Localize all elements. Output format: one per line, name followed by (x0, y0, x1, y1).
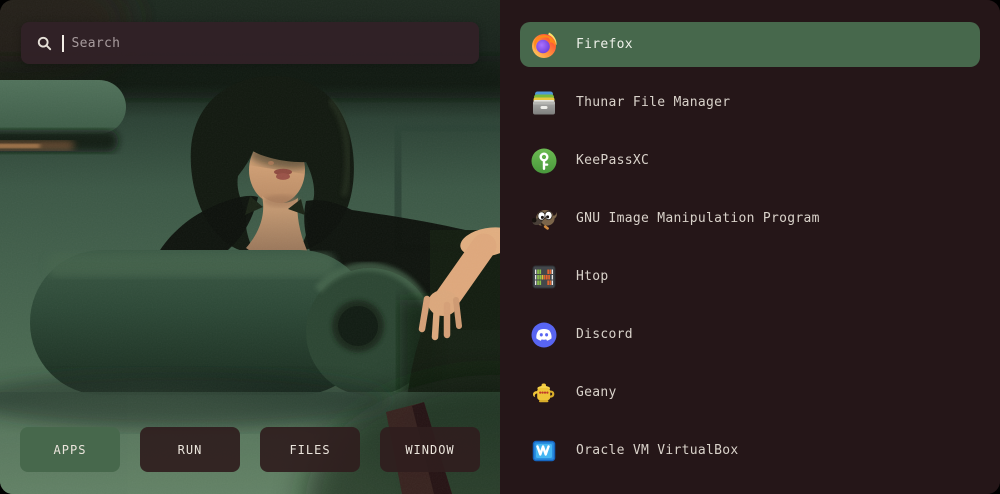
app-label: Thunar File Manager (576, 95, 730, 110)
app-label: KeePassXC (576, 153, 649, 168)
app-label: Firefox (576, 37, 633, 52)
firefox-icon (530, 31, 558, 59)
tab-files[interactable]: FILES (260, 427, 360, 472)
app-row-discord[interactable]: Discord (520, 312, 980, 357)
tab-window[interactable]: WINDOW (380, 427, 480, 472)
search-icon (37, 36, 52, 51)
app-row-keepassxc[interactable]: KeePassXC (520, 138, 980, 183)
text-caret (62, 35, 64, 52)
tab-apps[interactable]: APPS (20, 427, 120, 472)
app-label: Htop (576, 269, 609, 284)
thunar-icon (530, 89, 558, 117)
app-label: GNU Image Manipulation Program (576, 211, 820, 226)
geany-icon (530, 379, 558, 407)
search-bar[interactable] (21, 22, 479, 64)
left-pane: APPS RUN FILES WINDOW (0, 0, 500, 494)
app-row-htop[interactable]: Htop (520, 254, 980, 299)
app-row-virtualbox[interactable]: Oracle VM VirtualBox (520, 428, 980, 473)
app-row-gimp[interactable]: GNU Image Manipulation Program (520, 196, 980, 241)
app-row-geany[interactable]: Geany (520, 370, 980, 415)
virtualbox-icon (530, 437, 558, 465)
app-label: Oracle VM VirtualBox (576, 443, 739, 458)
search-input[interactable] (72, 36, 466, 51)
wallpaper-illustration (0, 0, 500, 494)
app-label: Geany (576, 385, 617, 400)
keepassxc-icon (530, 147, 558, 175)
app-launcher-window: APPS RUN FILES WINDOW (0, 0, 1000, 494)
app-list: Firefox Thu (500, 0, 1000, 494)
app-label: Discord (576, 327, 633, 342)
htop-icon (530, 263, 558, 291)
app-row-thunar[interactable]: Thunar File Manager (520, 80, 980, 125)
gimp-icon (530, 205, 558, 233)
discord-icon (530, 321, 558, 349)
mode-tabs: APPS RUN FILES WINDOW (20, 427, 480, 472)
app-row-firefox[interactable]: Firefox (520, 22, 980, 67)
tab-run[interactable]: RUN (140, 427, 240, 472)
